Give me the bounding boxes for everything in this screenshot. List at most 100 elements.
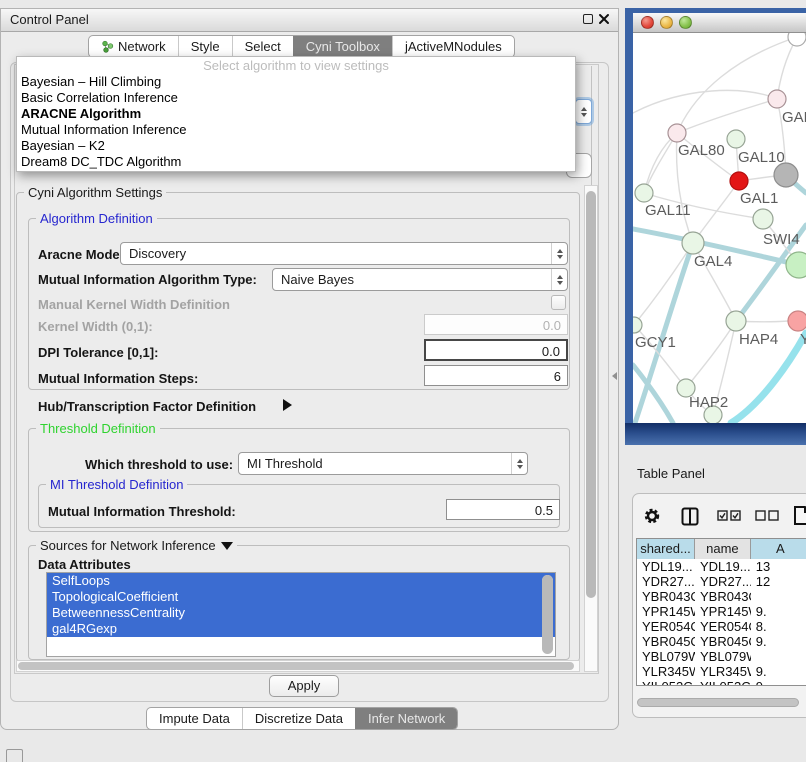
network-edge	[634, 243, 693, 325]
network-node-gal4[interactable]	[682, 232, 704, 254]
spinner-down-icon	[581, 113, 587, 117]
threshold-definition-title: Threshold Definition	[36, 421, 160, 436]
data-attributes-list[interactable]: SelfLoopsTopologicalCoefficientBetweenne…	[46, 572, 556, 657]
network-edge	[677, 99, 777, 133]
algorithm-option-dream8-dc-tdc-algorithm[interactable]: Dream8 DC_TDC Algorithm	[17, 154, 575, 170]
mi-steps-field[interactable]: 6	[424, 365, 568, 386]
aracne-mode-select[interactable]: Discovery	[120, 242, 568, 265]
spinner-up-icon	[581, 107, 587, 111]
network-node-gal1[interactable]	[730, 172, 748, 190]
table-row[interactable]: YER054CYER054C8.	[637, 619, 806, 634]
network-node-gcy1[interactable]	[633, 317, 642, 333]
network-node-y[interactable]	[788, 311, 806, 331]
minimize-traffic-light[interactable]	[660, 16, 673, 29]
node-label-hap2: HAP2	[689, 394, 728, 411]
cell: 9.	[751, 679, 806, 686]
tab-label: Infer Network	[368, 711, 445, 726]
network-node[interactable]	[788, 33, 806, 46]
algorithm-dropdown-popup: Select algorithm to view settingsBayesia…	[16, 56, 576, 172]
gear-icon[interactable]	[643, 507, 661, 525]
checked-pair-icon[interactable]	[717, 510, 742, 521]
mi-threshold-label: Mutual Information Threshold:	[48, 504, 236, 519]
node-label-gal11: GAL11	[645, 202, 691, 219]
network-icon	[101, 40, 114, 53]
manual-kernel-label: Manual Kernel Width Definition	[38, 297, 230, 312]
network-node-gal[interactable]	[768, 90, 786, 108]
cell: 13	[751, 559, 806, 574]
network-node-gal80[interactable]	[668, 124, 686, 142]
algorithm-option-bayesian-k2[interactable]: Bayesian – K2	[17, 138, 575, 154]
network-edge	[644, 133, 677, 193]
attributes-scrollbar-thumb[interactable]	[542, 575, 553, 654]
dpi-tolerance-field[interactable]: 0.0	[424, 339, 568, 361]
table-horizontal-scrollbar-thumb[interactable]	[637, 698, 799, 707]
attribute-betweennesscentrality[interactable]: BetweennessCentrality	[47, 605, 555, 621]
settings-group-title: Cyni Algorithm Settings	[24, 185, 166, 200]
cell	[751, 589, 806, 604]
network-canvas[interactable]: GALGAL80GAL10GAL1GAL11SWI4GAL4HAP4YGCY1H…	[633, 33, 806, 423]
network-window-titlebar[interactable]	[633, 13, 806, 33]
mi-algorithm-type-select[interactable]: Naive Bayes	[272, 268, 568, 291]
column-header-name[interactable]: name	[695, 539, 751, 559]
network-node[interactable]	[786, 252, 806, 278]
tab-network[interactable]: Network	[89, 36, 178, 57]
tab-infer-network[interactable]: Infer Network	[355, 708, 457, 729]
column-header-a[interactable]: A	[751, 539, 806, 559]
columns-icon[interactable]	[681, 507, 699, 526]
network-edge	[633, 90, 777, 113]
attributes-scrollbar[interactable]	[542, 575, 553, 654]
tab-discretize-data[interactable]: Discretize Data	[242, 708, 355, 729]
tab-jactivemnodules[interactable]: jActiveMNodules	[392, 36, 514, 57]
splitter-collapse-icon[interactable]	[612, 372, 617, 380]
column-header-shared[interactable]: shared...	[637, 539, 695, 559]
document-icon[interactable]	[793, 505, 806, 526]
mi-threshold-field[interactable]: 0.5	[446, 499, 560, 520]
close-icon[interactable]	[598, 13, 610, 25]
algorithm-option-aracne-algorithm[interactable]: ARACNE Algorithm	[17, 106, 575, 122]
float-window-icon[interactable]	[583, 14, 593, 24]
control-panel-titlebar[interactable]	[1, 9, 618, 32]
network-node-gal11[interactable]	[635, 184, 653, 202]
which-threshold-select[interactable]: MI Threshold	[238, 452, 528, 475]
network-node[interactable]	[774, 163, 798, 187]
table-row[interactable]: YDL19...YDL19...13	[637, 559, 806, 574]
algorithm-option-bayesian-hill-climbing[interactable]: Bayesian – Hill Climbing	[17, 74, 575, 90]
table-row[interactable]: YBR045CYBR045C9.	[637, 634, 806, 649]
attribute-topologicalcoefficient[interactable]: TopologicalCoefficient	[47, 589, 555, 605]
settings-vertical-scrollbar-thumb[interactable]	[586, 191, 596, 598]
focused-spinner-fragment[interactable]	[575, 99, 592, 124]
network-node-hap4[interactable]	[726, 311, 746, 331]
apply-button[interactable]: Apply	[269, 675, 339, 697]
network-node-gal10[interactable]	[727, 130, 745, 148]
table-row[interactable]: YIL052CYIL052C9.	[637, 679, 806, 686]
unchecked-pair-icon[interactable]	[755, 510, 780, 521]
attribute-gal4rgexp[interactable]: gal4RGexp	[47, 621, 555, 637]
cell: YDL19...	[695, 559, 751, 574]
table-row[interactable]: YDR27...YDR27...12	[637, 574, 806, 589]
table-row[interactable]: YLR345WYLR345W9.	[637, 664, 806, 679]
attribute-selfloops[interactable]: SelfLoops	[47, 573, 555, 589]
tab-select[interactable]: Select	[232, 36, 293, 57]
cell: 9.	[751, 604, 806, 619]
network-node-swi4[interactable]	[753, 209, 773, 229]
zoom-traffic-light[interactable]	[679, 16, 692, 29]
manual-kernel-checkbox[interactable]	[551, 295, 566, 310]
collapse-arrow-icon[interactable]	[221, 542, 233, 550]
table-row[interactable]: YPR145WYPR145W9.	[637, 604, 806, 619]
expand-arrow-icon[interactable]	[283, 399, 292, 411]
node-label-gal4: GAL4	[694, 253, 732, 270]
tab-cyni-toolbox[interactable]: Cyni Toolbox	[293, 36, 392, 57]
minimized-panel-icon[interactable]	[6, 749, 23, 762]
tab-style[interactable]: Style	[178, 36, 232, 57]
close-traffic-light[interactable]	[641, 16, 654, 29]
network-window-frame-bottom	[625, 423, 806, 445]
table-row[interactable]: YBL079WYBL079W	[637, 649, 806, 664]
settings-horizontal-scrollbar-thumb[interactable]	[18, 662, 574, 670]
table-row[interactable]: YBR043CYBR043C	[637, 589, 806, 604]
tab-impute-data[interactable]: Impute Data	[147, 708, 242, 729]
algorithm-option-basic-correlation-inference[interactable]: Basic Correlation Inference	[17, 90, 575, 106]
algorithm-option-mutual-information-inference[interactable]: Mutual Information Inference	[17, 122, 575, 138]
mi-threshold-definition-title: MI Threshold Definition	[46, 477, 187, 492]
aracne-mode-value: Discovery	[121, 246, 551, 261]
cell: YDR27...	[637, 574, 695, 589]
